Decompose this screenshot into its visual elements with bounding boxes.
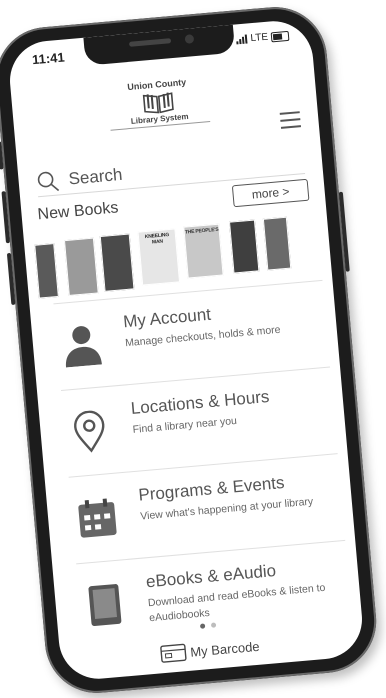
more-books-button[interactable]: more > xyxy=(231,178,310,208)
volume-up-button xyxy=(1,191,10,244)
power-button xyxy=(338,191,350,272)
status-indicators: LTE xyxy=(236,30,290,46)
my-barcode-label: My Barcode xyxy=(189,638,261,660)
book-cover[interactable] xyxy=(99,233,135,292)
tablet-icon xyxy=(88,584,122,627)
page-dot-active xyxy=(199,623,206,629)
barcode-card-icon xyxy=(160,643,187,663)
signal-icon xyxy=(236,34,248,45)
book-cover[interactable]: KNEELING MAN xyxy=(137,228,181,286)
battery-icon xyxy=(270,30,290,42)
book-cover[interactable] xyxy=(63,237,99,297)
book-cover[interactable]: THE PEOPLE'S xyxy=(183,223,224,279)
hamburger-menu-icon[interactable] xyxy=(279,111,302,129)
search-icon xyxy=(37,171,60,192)
calendar-icon xyxy=(78,498,117,538)
phone-frame: 11:41 LTE Union County Library System Se… xyxy=(0,2,381,698)
location-pin-icon xyxy=(74,410,105,453)
camera xyxy=(184,34,195,44)
search-placeholder: Search xyxy=(67,164,124,189)
mute-switch xyxy=(0,141,4,170)
page-dot xyxy=(210,622,217,628)
new-books-title: New Books xyxy=(36,199,120,224)
speaker xyxy=(128,38,172,47)
person-icon xyxy=(66,326,102,368)
status-time: 11:41 xyxy=(31,49,66,68)
book-cover[interactable] xyxy=(34,243,59,299)
network-label: LTE xyxy=(250,31,269,45)
menu-item-title: My Account xyxy=(122,304,212,332)
notch xyxy=(83,24,236,66)
home-indicator[interactable] xyxy=(169,672,260,683)
library-logo: Union County Library System xyxy=(107,75,211,131)
app-screen: 11:41 LTE Union County Library System Se… xyxy=(6,17,366,683)
book-cover[interactable] xyxy=(228,219,260,274)
main-menu-list: My Account Manage checkouts, holds & mor… xyxy=(53,279,353,651)
book-cover[interactable] xyxy=(262,216,292,271)
open-book-icon xyxy=(141,90,175,115)
volume-down-button xyxy=(6,252,16,306)
